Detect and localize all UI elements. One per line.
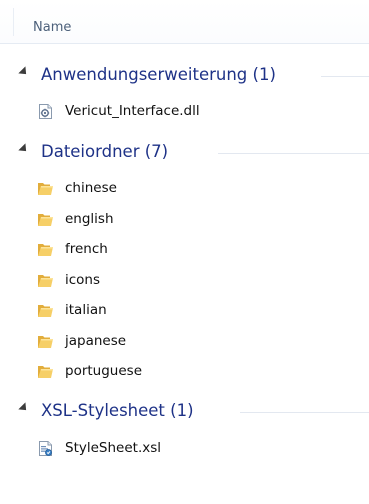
column-header[interactable]: Name (0, 0, 369, 44)
column-separator (13, 8, 14, 36)
list-item-vericut-interface-dll[interactable]: Vericut_Interface.dll (37, 99, 200, 123)
folder-icon (38, 182, 53, 195)
list-item-folder-english[interactable]: english (37, 207, 114, 231)
item-name: japanese (65, 333, 127, 349)
group-header-file-folder[interactable]: Dateiordner (7) (0, 141, 369, 163)
item-name: portuguese (65, 363, 142, 379)
item-name: chinese (65, 180, 117, 196)
folder-icon (38, 274, 53, 287)
group-header-application-extension[interactable]: Anwendungserweiterung (1) (0, 64, 369, 86)
folder-icon (38, 304, 53, 317)
list-item-folder-portuguese[interactable]: portuguese (37, 359, 142, 383)
item-name: english (65, 211, 114, 227)
list-item-folder-japanese[interactable]: japanese (37, 329, 126, 353)
group-divider-line (218, 153, 369, 154)
folder-icon (38, 243, 53, 256)
collapse-arrow-icon[interactable] (18, 66, 30, 78)
group-title: Dateiordner (7) (41, 142, 169, 161)
item-name: italian (65, 302, 107, 318)
collapse-arrow-icon[interactable] (18, 402, 30, 414)
collapse-arrow-icon[interactable] (18, 143, 30, 155)
item-name: french (65, 241, 108, 257)
folder-icon (38, 335, 53, 348)
group-divider-line (240, 412, 369, 413)
xsl-icon (39, 440, 52, 456)
group-divider-line (321, 76, 369, 77)
list-item-stylesheet-xsl[interactable]: StyleSheet.xsl (37, 436, 161, 460)
column-header-name[interactable]: Name (33, 20, 71, 35)
item-name: icons (65, 272, 101, 288)
list-item-folder-italian[interactable]: italian (37, 298, 107, 322)
group-header-xsl-stylesheet[interactable]: XSL-Stylesheet (1) (0, 400, 369, 422)
list-item-folder-icons[interactable]: icons (37, 268, 100, 292)
group-title: XSL-Stylesheet (1) (41, 401, 194, 420)
list-item-folder-chinese[interactable]: chinese (37, 176, 117, 200)
dll-icon (39, 103, 52, 119)
folder-icon (38, 213, 53, 226)
list-item-folder-french[interactable]: french (37, 237, 108, 261)
group-title: Anwendungserweiterung (1) (41, 65, 276, 84)
item-name: Vericut_Interface.dll (65, 103, 200, 119)
item-name: StyleSheet.xsl (65, 440, 162, 456)
folder-icon (38, 365, 53, 378)
explorer-file-list: Name Anwendungserweiterung (1) Vericut_I… (0, 0, 369, 504)
